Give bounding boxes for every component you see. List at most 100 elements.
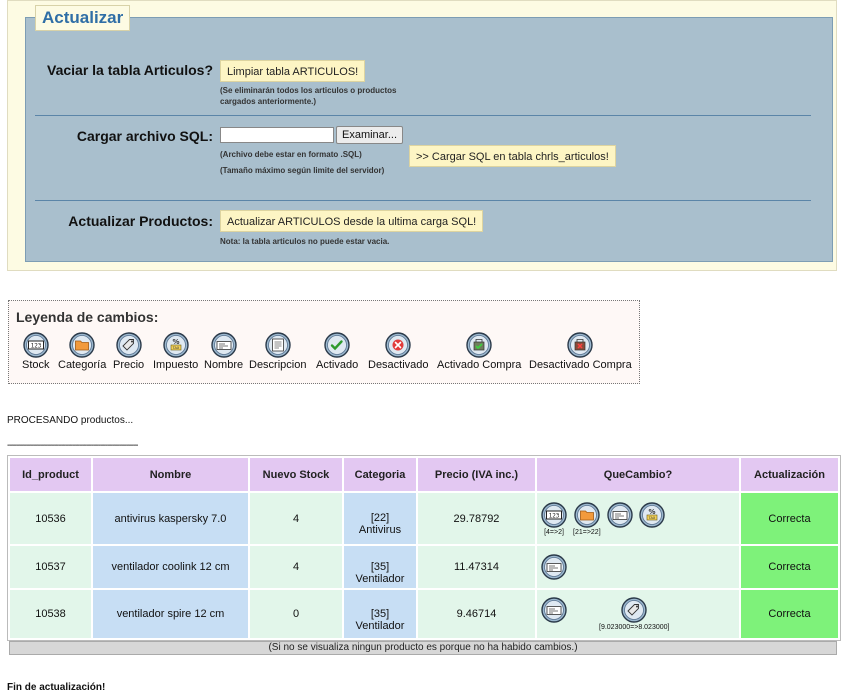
categoria-name: Ventilador xyxy=(355,572,405,585)
svg-text:123: 123 xyxy=(549,512,560,519)
header-precio: Precio (IVA inc.) xyxy=(418,458,535,491)
cell-nombre: ventilador spire 12 cm xyxy=(93,590,248,638)
change-value: [21=>22] xyxy=(573,528,601,536)
cart-check-icon xyxy=(437,332,521,358)
cell-categoria: [35] Ventilador xyxy=(344,546,416,588)
change-item: 123 [4=>2] xyxy=(541,501,567,536)
legend-item: Nombre xyxy=(204,332,243,371)
price-tag-icon xyxy=(113,332,144,358)
cart-cross-icon xyxy=(529,332,632,358)
svg-text:TAX: TAX xyxy=(171,346,179,350)
cell-categoria: [22] Antivirus xyxy=(344,493,416,544)
categoria-id: [35] xyxy=(370,607,390,620)
fin-actualizacion: Fin de actualización! xyxy=(7,682,106,693)
cross-icon xyxy=(368,332,429,358)
legend-item-label: Descripcion xyxy=(249,359,307,371)
legend-item-label: Activado Compra xyxy=(437,359,522,371)
actualizar-productos-label: Actualizar Productos: xyxy=(68,213,213,229)
cell-estado: Correcta xyxy=(741,493,838,544)
legend-item-label: Desactivado xyxy=(368,359,429,371)
name-card-icon xyxy=(606,501,633,528)
sql-file-input[interactable] xyxy=(220,127,334,143)
categoria-id: [22] xyxy=(370,512,390,524)
legend-item: Activado xyxy=(316,332,358,371)
legend-item: Descripcion xyxy=(249,332,306,371)
legend-item: Desactivado Compra xyxy=(529,332,632,371)
legend-item-label: Activado xyxy=(316,359,359,371)
change-item xyxy=(541,554,567,580)
legend-item-label: Desactivado Compra xyxy=(529,359,632,371)
svg-text:TAX: TAX xyxy=(647,516,655,520)
legend-item: Activado Compra xyxy=(437,332,521,371)
cargar-sql-button[interactable]: >> Cargar SQL en tabla chrls_articulos! xyxy=(409,145,616,167)
processing-text: PROCESANDO productos... xyxy=(7,415,134,426)
leyenda-cambios: Leyenda de cambios: 123 Stock Categoría Pre… xyxy=(8,300,640,384)
tax-icon: % TAX xyxy=(153,332,198,358)
dashed-separator: ----------------------------------------… xyxy=(7,440,138,451)
table-row: 10537 ventilador coolink 12 cm 4 [35] Ventil… xyxy=(10,546,838,588)
check-icon xyxy=(316,332,358,358)
change-value: [9.023000=>8.023000] xyxy=(599,624,670,631)
cell-quecambio: [9.023000=>8.023000] xyxy=(537,590,739,638)
name-card-icon xyxy=(541,597,567,623)
legend-item-label: Impuesto xyxy=(153,359,199,371)
cell-estado: Correcta xyxy=(741,546,838,588)
name-card-icon xyxy=(541,554,567,580)
vaciar-label: Vaciar la tabla Articulos? xyxy=(47,62,213,78)
legend-item-label: Precio xyxy=(113,359,145,371)
browse-button[interactable]: Examinar... xyxy=(336,126,404,144)
legend-item-label: Categoría xyxy=(58,359,107,371)
categoria-name: Antivirus xyxy=(358,524,402,536)
cargar-note-1: (Archivo debe estar en formato .SQL) xyxy=(220,150,362,159)
categoria-id: [35] xyxy=(370,560,390,573)
table-footer-note: (Si no se visualiza ningun producto es p… xyxy=(9,641,837,655)
change-item: [9.023000=>8.023000] xyxy=(599,597,669,631)
cell-stock: 0 xyxy=(250,590,342,638)
cell-id: 10538 xyxy=(10,590,91,638)
change-item xyxy=(606,501,633,528)
description-icon xyxy=(249,332,306,358)
svg-text:123: 123 xyxy=(30,343,41,350)
products-table: Id_product Nombre Nuevo Stock Categoria … xyxy=(7,455,841,655)
change-item xyxy=(541,597,567,623)
price-tag-icon xyxy=(599,597,669,623)
cell-id: 10537 xyxy=(10,546,91,588)
legend-item: Desactivado xyxy=(368,332,429,371)
vaciar-note-2: cargados anteriormente.) xyxy=(220,97,317,106)
legend-item: % TAX Impuesto xyxy=(153,332,198,371)
leyenda-title: Leyenda de cambios: xyxy=(16,309,159,325)
cell-id: 10536 xyxy=(10,493,91,544)
cell-stock: 4 xyxy=(250,546,342,588)
limpiar-articulos-button[interactable]: Limpiar tabla ARTICULOS! xyxy=(220,60,366,82)
table-row: 10538 ventilador spire 12 cm 0 [35] Ventilad… xyxy=(10,590,838,638)
header-stock: Nuevo Stock xyxy=(250,458,342,491)
actualizar-legend: Actualizar xyxy=(35,5,131,31)
table-row: 10536 antivirus kaspersky 7.0 4 [22] Antivir… xyxy=(10,493,838,544)
tax-icon: % TAX xyxy=(638,501,665,528)
cargar-note-2: (Tamaño máximo según limite del servidor… xyxy=(220,166,385,175)
cell-precio: 9.46714 xyxy=(418,590,535,638)
separator xyxy=(35,115,811,116)
change-value: [4=>2] xyxy=(544,528,564,536)
name-card-icon xyxy=(204,332,243,358)
separator xyxy=(35,200,811,201)
actualizar-note: Nota: la tabla articulos no puede estar … xyxy=(220,237,390,246)
actualizar-articulos-button[interactable]: Actualizar ARTICULOS desde la ultima car… xyxy=(220,210,484,232)
cell-categoria: [35] Ventilador xyxy=(344,590,416,638)
table-header-row: Id_product Nombre Nuevo Stock Categoria … xyxy=(10,458,838,491)
legend-item-label: Stock xyxy=(22,359,50,371)
header-quecambio: QueCambio? xyxy=(537,458,739,491)
cell-estado: Correcta xyxy=(741,590,838,638)
header-nombre: Nombre xyxy=(93,458,248,491)
vaciar-note-1: (Se eliminarán todos los articulos o pro… xyxy=(220,86,397,95)
header-categoria: Categoria xyxy=(344,458,416,491)
cell-precio: 29.78792 xyxy=(418,493,535,544)
cell-quecambio xyxy=(537,546,739,588)
stock-icon: 123 xyxy=(22,332,50,358)
legend-item-label: Nombre xyxy=(204,359,244,371)
cell-nombre: antivirus kaspersky 7.0 xyxy=(93,493,248,544)
legend-item: Precio xyxy=(113,332,144,371)
change-item: [21=>22] xyxy=(573,501,601,536)
folder-icon xyxy=(573,501,601,528)
cell-precio: 11.47314 xyxy=(418,546,535,588)
